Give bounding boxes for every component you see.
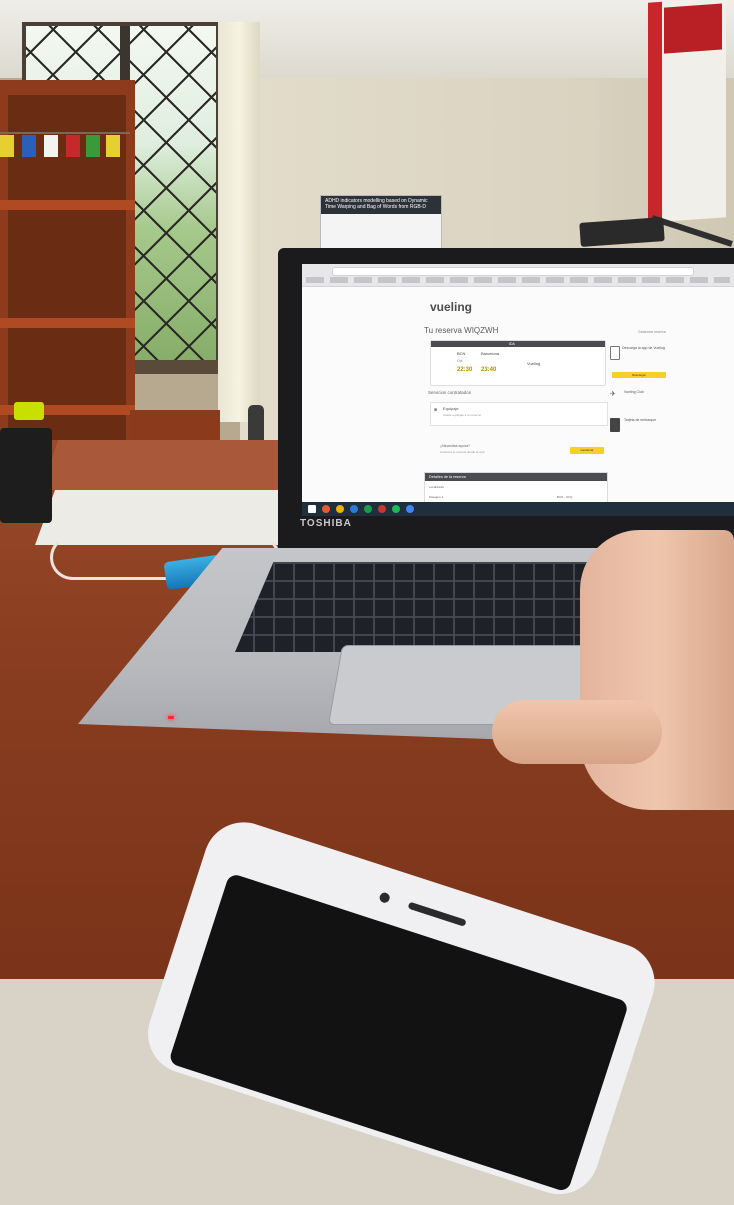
flight-date: Oct (457, 359, 463, 363)
help-label: ¿Necesitas ayuda? (440, 444, 470, 448)
pen-holder (0, 428, 52, 523)
url-field[interactable] (332, 267, 694, 276)
service-item[interactable]: ■ Equipaje Añade equipaje a tu reserva (430, 402, 608, 426)
phone-speaker (407, 901, 467, 927)
prayer-flag (22, 135, 36, 157)
shelf-board (0, 200, 135, 210)
manage-booking-link[interactable]: Gestionar reserva (638, 330, 666, 334)
services-title: Servicios contratados (428, 390, 472, 395)
departure-time: 22:30 (457, 367, 473, 373)
plane-icon: ✈ (610, 391, 616, 398)
help-description: Gestiona tu reserva desde la web (440, 450, 485, 454)
help-button[interactable]: Gestionar (570, 447, 604, 454)
poster-red-band (648, 1, 662, 223)
reservation-header: Detalles de la reserva (425, 473, 607, 481)
prayer-flag (86, 135, 100, 157)
reservation-route: BCN - SVQ (557, 495, 573, 499)
power-led (168, 716, 174, 719)
arrival-time: 23:40 (481, 367, 497, 373)
spotify-icon[interactable] (392, 505, 400, 513)
app-download-button[interactable]: Descargar (612, 372, 666, 378)
destination-city: Barcelona (481, 351, 500, 356)
reservation-title: Detalles de la reserva (429, 475, 466, 479)
right-poster (648, 0, 726, 223)
prayer-flag (44, 135, 58, 157)
boarding-pass-text[interactable]: Tarjeta de embarque (624, 418, 664, 422)
reservation-row: Localizador (429, 485, 445, 489)
start-icon[interactable] (308, 505, 316, 513)
help-row: ¿Necesitas ayuda? Gestiona tu reserva de… (430, 442, 606, 462)
luggage-icon: ■ (434, 407, 438, 413)
side-panel: Descarga la app de Vueling Descargar ✈ V… (608, 342, 668, 454)
site-logo[interactable]: vueling (430, 300, 472, 314)
origin-city: BCN (457, 351, 466, 356)
shelf-board (0, 318, 135, 328)
chrome-icon[interactable] (406, 505, 414, 513)
thumb (492, 700, 662, 764)
bookmarks-bar[interactable] (306, 277, 730, 283)
service-label: Equipaje (443, 406, 459, 411)
app-promo-text: Descarga la app de Vueling (622, 346, 665, 350)
prayer-flag (0, 135, 14, 157)
desk-edge (41, 440, 299, 490)
flight-card-label: IDA (509, 342, 515, 346)
word-icon[interactable] (350, 505, 358, 513)
prayer-flag-string (0, 132, 130, 134)
highlighter (14, 402, 44, 420)
laptop-screen: vueling Tu reserva WIQZWH Gestionar rese… (302, 264, 734, 516)
airline-label: Vueling (527, 361, 541, 366)
club-promo-text[interactable]: Vueling Club (624, 390, 664, 394)
booking-title: Tu reserva WIQZWH (424, 326, 499, 335)
service-description: Añade equipaje a tu reserva (443, 413, 481, 417)
curtain (218, 22, 260, 422)
excel-icon[interactable] (364, 505, 372, 513)
powerpoint-icon[interactable] (378, 505, 386, 513)
browser-icon[interactable] (322, 505, 330, 513)
flight-card: IDA BCN Barcelona Oct 22:30 23:40 Vuelin… (430, 340, 606, 386)
flight-card-header: IDA (431, 341, 605, 347)
phone-camera (378, 891, 391, 905)
chair (248, 405, 264, 445)
folder-icon[interactable] (336, 505, 344, 513)
hand (580, 530, 734, 810)
prayer-flag (106, 135, 120, 157)
prayer-flag (66, 135, 80, 157)
browser-toolbar (302, 264, 734, 287)
phone-icon (610, 346, 620, 360)
taskbar (302, 502, 734, 516)
poster-title: ADHD indicators modelling based on Dynam… (325, 198, 428, 210)
laptop-brand-label: TOSHIBA (300, 518, 352, 529)
poster-red-title-block (664, 3, 722, 54)
tablet-icon (610, 418, 620, 432)
reservation-row: Pasajero 1 (429, 495, 444, 499)
